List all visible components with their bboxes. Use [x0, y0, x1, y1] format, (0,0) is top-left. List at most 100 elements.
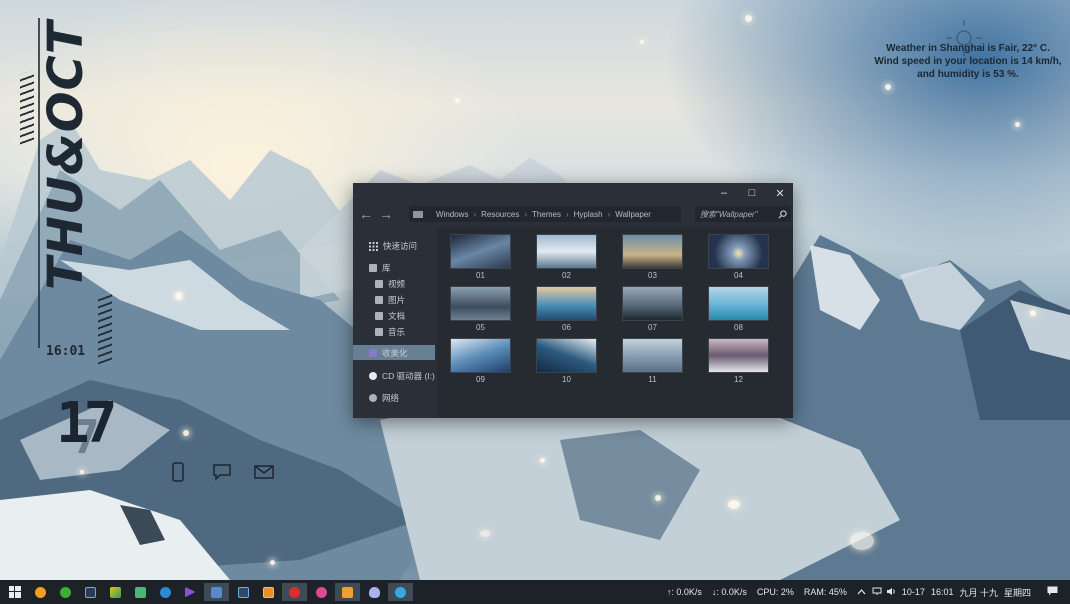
thumbnail-label: 09	[476, 375, 485, 384]
wallpaper-thumbnail[interactable]	[536, 286, 597, 321]
disc-icon	[369, 372, 377, 380]
app-pink-icon[interactable]	[310, 583, 332, 601]
record-icon[interactable]	[282, 583, 307, 601]
thumbnail-label: 10	[562, 375, 571, 384]
app-orange-icon[interactable]	[257, 583, 279, 601]
wallpaper-thumbnail[interactable]	[536, 234, 597, 269]
weekday: 星期四	[1003, 587, 1031, 598]
system-tray: ↑: 0.0K/s ↓: 0.0K/s CPU: 2% RAM: 45% 10-…	[667, 580, 1070, 604]
breadcrumb-separator: ›	[473, 209, 477, 219]
weather-line: and humidity is 53 %.	[917, 69, 1019, 80]
thumbnail-label: 06	[562, 323, 571, 332]
clock-widget: THU&OCT 16:01 7 17	[10, 12, 130, 482]
forward-button[interactable]: →	[379, 206, 393, 222]
sidebar-label: 快速访问	[383, 241, 418, 251]
app-blue-icon[interactable]	[388, 583, 413, 601]
chat-bubble-icon[interactable]	[212, 462, 232, 482]
start-icon[interactable]	[4, 583, 26, 601]
ram-usage: RAM: 45%	[803, 587, 847, 597]
mail-icon[interactable]	[254, 462, 274, 482]
thumbnail-label: 11	[648, 375, 657, 384]
wallpaper-thumbnail[interactable]	[450, 234, 511, 269]
qq-icon[interactable]	[363, 583, 385, 601]
thumbnail-label: 01	[476, 271, 485, 280]
folder-icon	[413, 210, 423, 218]
wallpaper-thumbnail[interactable]	[708, 286, 769, 321]
wallpaper-thumbnail[interactable]	[450, 286, 511, 321]
wallpaper-thumbnail[interactable]	[622, 234, 683, 269]
download-speed: ↓: 0.0K/s	[711, 587, 747, 597]
minimize-button[interactable]: –	[717, 187, 731, 199]
window-titlebar[interactable]: – □ ✕	[353, 183, 793, 203]
search-icon[interactable]	[778, 209, 787, 219]
lunar-date: 九月 十九	[959, 587, 998, 598]
sidebar-item-documents[interactable]: 文档	[375, 309, 405, 323]
app-green-icon[interactable]	[104, 583, 126, 601]
wallpaper-thumbnail[interactable]	[708, 234, 769, 269]
breadcrumb-wallpaper[interactable]: Wallpaper	[612, 210, 654, 219]
thumbnail-grid: 01 02 03 04 05 06 07 08 09 10 11 12	[437, 227, 793, 418]
taskbar: ↑: 0.0K/s ↓: 0.0K/s CPU: 2% RAM: 45% 10-…	[0, 580, 1070, 604]
back-button[interactable]: ←	[359, 206, 373, 222]
weather-line: Wind speed in your location is 14 km/h,	[874, 56, 1062, 67]
thumbnail-label: 04	[734, 271, 743, 280]
thumbnail-label: 05	[476, 323, 485, 332]
sidebar-label: 文档	[388, 311, 406, 321]
address-bar[interactable]: Windows › Resources › Themes › Hyplash ›…	[409, 206, 681, 222]
widget-shortcuts	[170, 462, 274, 482]
sidebar-label: 音乐	[388, 327, 406, 337]
navigation-bar: ← → Windows › Resources › Themes › Hypla…	[353, 203, 793, 225]
breadcrumb-separator: ›	[565, 209, 569, 219]
terminal-icon[interactable]	[232, 583, 254, 601]
tray-date[interactable]: 10-17	[902, 587, 925, 597]
breadcrumb-themes[interactable]: Themes	[529, 210, 564, 219]
sidebar-item-pictures[interactable]: 图片	[375, 293, 405, 307]
camera-icon	[375, 296, 383, 304]
sidebar-item-music[interactable]: 音乐	[375, 325, 405, 339]
chevron-up-icon[interactable]	[857, 587, 866, 597]
wallpaper-thumbnail[interactable]	[450, 338, 511, 373]
weather-widget: Weather in Shanghai is Fair, 22° C. Wind…	[868, 42, 1068, 81]
network-icon[interactable]	[872, 587, 882, 598]
sidebar-item-quick-access[interactable]: 快速访问	[369, 239, 417, 253]
tray-time[interactable]: 16:01	[931, 587, 954, 597]
sidebar-item-network[interactable]: 网络	[369, 391, 399, 405]
weather-line: Weather in Shanghai is Fair, 22° C.	[886, 43, 1050, 54]
navigation-pane: 快速访问 库 视频 图片 文档 音乐 收美化 CD 驱动器 (I:) 网络	[353, 227, 437, 418]
app-icon[interactable]	[29, 583, 51, 601]
sidebar-label: 库	[382, 263, 391, 273]
wallpaper-thumbnail[interactable]	[708, 338, 769, 373]
breadcrumb-separator: ›	[607, 209, 611, 219]
wechat-icon[interactable]	[54, 583, 76, 601]
document-icon	[375, 312, 383, 320]
sidebar-item-personalize[interactable]: 收美化	[369, 346, 408, 360]
sidebar-item-videos[interactable]: 视频	[375, 277, 405, 291]
breadcrumb-resources[interactable]: Resources	[478, 210, 522, 219]
sidebar-label: CD 驱动器 (I:)	[382, 371, 435, 381]
sidebar-label: 图片	[388, 295, 406, 305]
volume-icon[interactable]	[886, 587, 896, 598]
notification-icon[interactable]	[1047, 586, 1058, 598]
thumbnail-label: 12	[734, 375, 743, 384]
phone-icon[interactable]	[170, 462, 190, 482]
wallpaper-thumbnail[interactable]	[536, 338, 597, 373]
search-box[interactable]: 搜索"Wallpaper"	[695, 206, 791, 222]
breadcrumb-windows[interactable]: Windows	[433, 210, 471, 219]
breadcrumb-hyplash[interactable]: Hyplash	[571, 210, 606, 219]
wallpaper-thumbnail[interactable]	[622, 338, 683, 373]
upload-speed: ↑: 0.0K/s	[666, 587, 702, 597]
sidebar-item-library[interactable]: 库	[369, 261, 391, 275]
thumbnail-label: 02	[562, 271, 571, 280]
maximize-button[interactable]: □	[745, 187, 759, 199]
photoshop-icon[interactable]	[79, 583, 101, 601]
close-button[interactable]: ✕	[773, 187, 787, 200]
theme-icon	[369, 349, 377, 357]
video-icon	[375, 280, 383, 288]
sidebar-item-cd-drive[interactable]: CD 驱动器 (I:)	[369, 369, 435, 383]
explorer-icon[interactable]	[204, 583, 229, 601]
browser-icon[interactable]	[154, 583, 176, 601]
gallery-icon[interactable]	[129, 583, 151, 601]
wallpaper-thumbnail[interactable]	[622, 286, 683, 321]
player-icon[interactable]	[179, 583, 201, 601]
folder-icon[interactable]	[335, 583, 360, 601]
